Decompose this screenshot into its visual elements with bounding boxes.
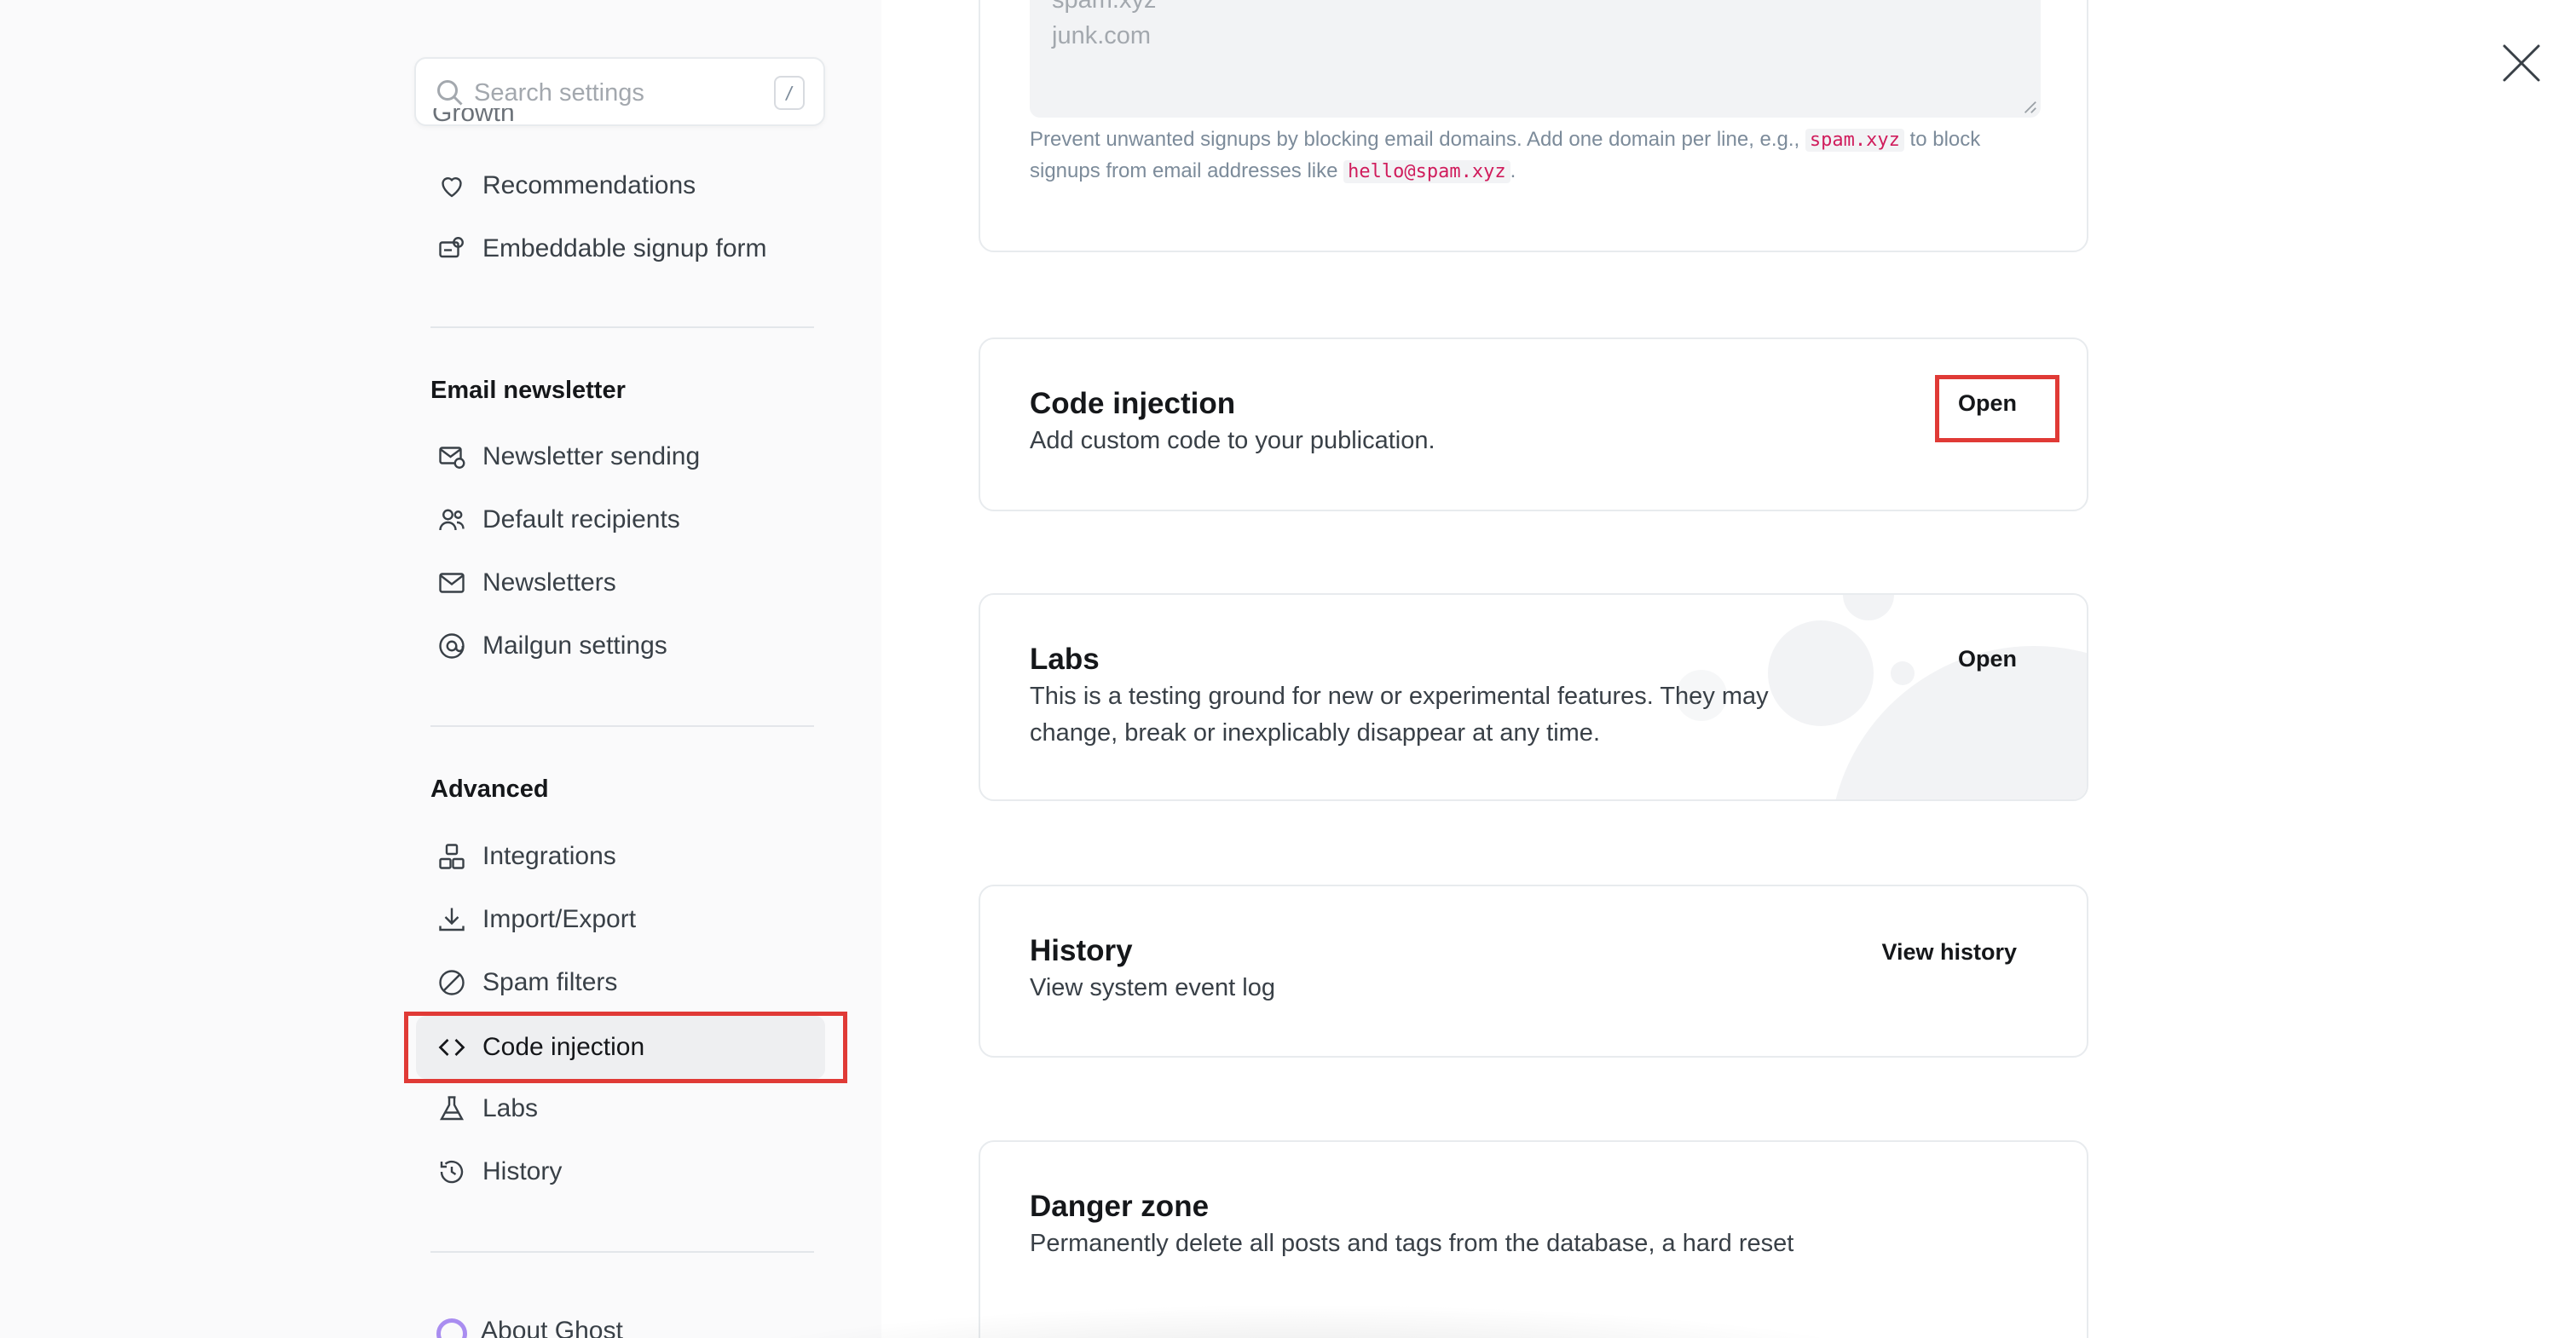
- view-history-button[interactable]: View history: [1881, 939, 2017, 966]
- spam-filters-card: spam.xyz junk.com Prevent unwanted signu…: [979, 0, 2088, 252]
- sidebar-item-label: Import/Export: [482, 905, 637, 933]
- search-icon: [437, 80, 463, 106]
- labs-title: Labs: [1030, 643, 1100, 676]
- history-description: View system event log: [1030, 974, 1275, 1001]
- hint-code-example: hello@spam.xyz: [1343, 160, 1510, 183]
- sidebar-item-history[interactable]: History: [430, 1146, 562, 1197]
- sidebar-item-import-export[interactable]: Import/Export: [430, 894, 636, 945]
- sidebar-item-label: Default recipients: [482, 505, 680, 533]
- block-icon: [439, 970, 465, 995]
- danger-zone-card: Danger zone Permanently delete all posts…: [979, 1140, 2088, 1338]
- download-icon: [439, 908, 465, 931]
- hint-text: Prevent unwanted signups by blocking ema…: [1030, 128, 1800, 151]
- search-placeholder: Search settings: [474, 79, 644, 107]
- sidebar-item-label: Newsletter sending: [482, 442, 701, 470]
- sidebar-item-label: Mailgun settings: [482, 632, 667, 660]
- danger-zone-description: Permanently delete all posts and tags fr…: [1030, 1230, 1794, 1257]
- labs-open-button[interactable]: Open: [1958, 646, 2017, 672]
- resize-grip-icon[interactable]: [2022, 99, 2037, 114]
- sidebar-item-label: Recommendations: [482, 171, 696, 199]
- envelope-icon: [439, 573, 465, 593]
- sidebar-divider: [430, 326, 814, 328]
- sidebar-item-spam-filters[interactable]: Spam filters: [430, 957, 617, 1008]
- sidebar-section-growth-title: Growth: [432, 108, 515, 127]
- labs-card: Labs This is a testing ground for new or…: [979, 593, 2088, 801]
- code-injection-description: Add custom code to your publication.: [1030, 427, 1435, 454]
- textarea-line: junk.com: [1052, 22, 1152, 49]
- sidebar-divider: [430, 1251, 814, 1253]
- sidebar-section-email-title: Email newsletter: [430, 377, 626, 404]
- sidebar-item-newsletters[interactable]: Newsletters: [430, 557, 616, 608]
- at-sign-icon: [439, 633, 465, 659]
- textarea-line: spam.xyz: [1052, 0, 1157, 14]
- sidebar-item-label: Newsletters: [482, 568, 616, 597]
- sidebar-item-newsletter-sending[interactable]: Newsletter sending: [430, 431, 700, 482]
- labs-description: This is a testing ground for new or expe…: [1030, 683, 1769, 747]
- search-shortcut-badge: /: [774, 76, 805, 110]
- sidebar-item-label: Labs: [482, 1094, 539, 1122]
- blocked-domains-textarea[interactable]: spam.xyz junk.com: [1030, 0, 2041, 118]
- history-icon: [440, 1160, 464, 1184]
- highlight-box-code-injection-nav: [404, 1012, 847, 1083]
- sidebar-item-recommendations[interactable]: Recommendations: [430, 160, 696, 211]
- integrations-icon: [439, 844, 465, 869]
- sidebar-section-advanced-title: Advanced: [430, 776, 549, 803]
- sidebar-item-integrations[interactable]: Integrations: [430, 831, 616, 882]
- history-title: History: [1030, 934, 1133, 967]
- hint-code-example: spam.xyz: [1805, 129, 1904, 152]
- flask-icon: [439, 1096, 465, 1121]
- mail-settings-icon: [439, 447, 465, 469]
- heart-icon: [442, 177, 462, 198]
- sidebar-divider: [430, 725, 814, 727]
- sidebar-item-label: History: [482, 1157, 563, 1185]
- spam-filter-hint: Prevent unwanted signups by blocking ema…: [1030, 124, 2036, 187]
- sidebar-item-default-recipients[interactable]: Default recipients: [430, 494, 680, 545]
- close-icon[interactable]: [2499, 41, 2544, 85]
- settings-page: Search settings / Growth Recommendations…: [0, 0, 2576, 1338]
- danger-zone-title: Danger zone: [1030, 1190, 1210, 1223]
- recipients-icon: [439, 509, 465, 531]
- sidebar-item-labs[interactable]: Labs: [430, 1083, 538, 1134]
- signup-form-icon: [439, 237, 464, 258]
- sidebar-item-embeddable-signup-form[interactable]: Embeddable signup form: [430, 223, 767, 274]
- sidebar-item-label: Spam filters: [482, 968, 618, 996]
- code-injection-card: Code injection Add custom code to your p…: [979, 337, 2088, 511]
- sidebar-item-about-ghost[interactable]: About Ghost: [481, 1317, 623, 1338]
- highlight-box-open-button: [1935, 375, 2059, 442]
- hint-text: .: [1510, 159, 1516, 182]
- sidebar-item-mailgun-settings[interactable]: Mailgun settings: [430, 620, 667, 672]
- sidebar-item-label: Embeddable signup form: [482, 234, 767, 262]
- history-card: History View system event log View histo…: [979, 885, 2088, 1058]
- ghost-logo-icon: [436, 1318, 467, 1338]
- code-injection-title: Code injection: [1030, 387, 1236, 420]
- sidebar-item-label: Integrations: [482, 842, 616, 870]
- settings-sidebar: Search settings / Growth Recommendations…: [0, 0, 881, 1338]
